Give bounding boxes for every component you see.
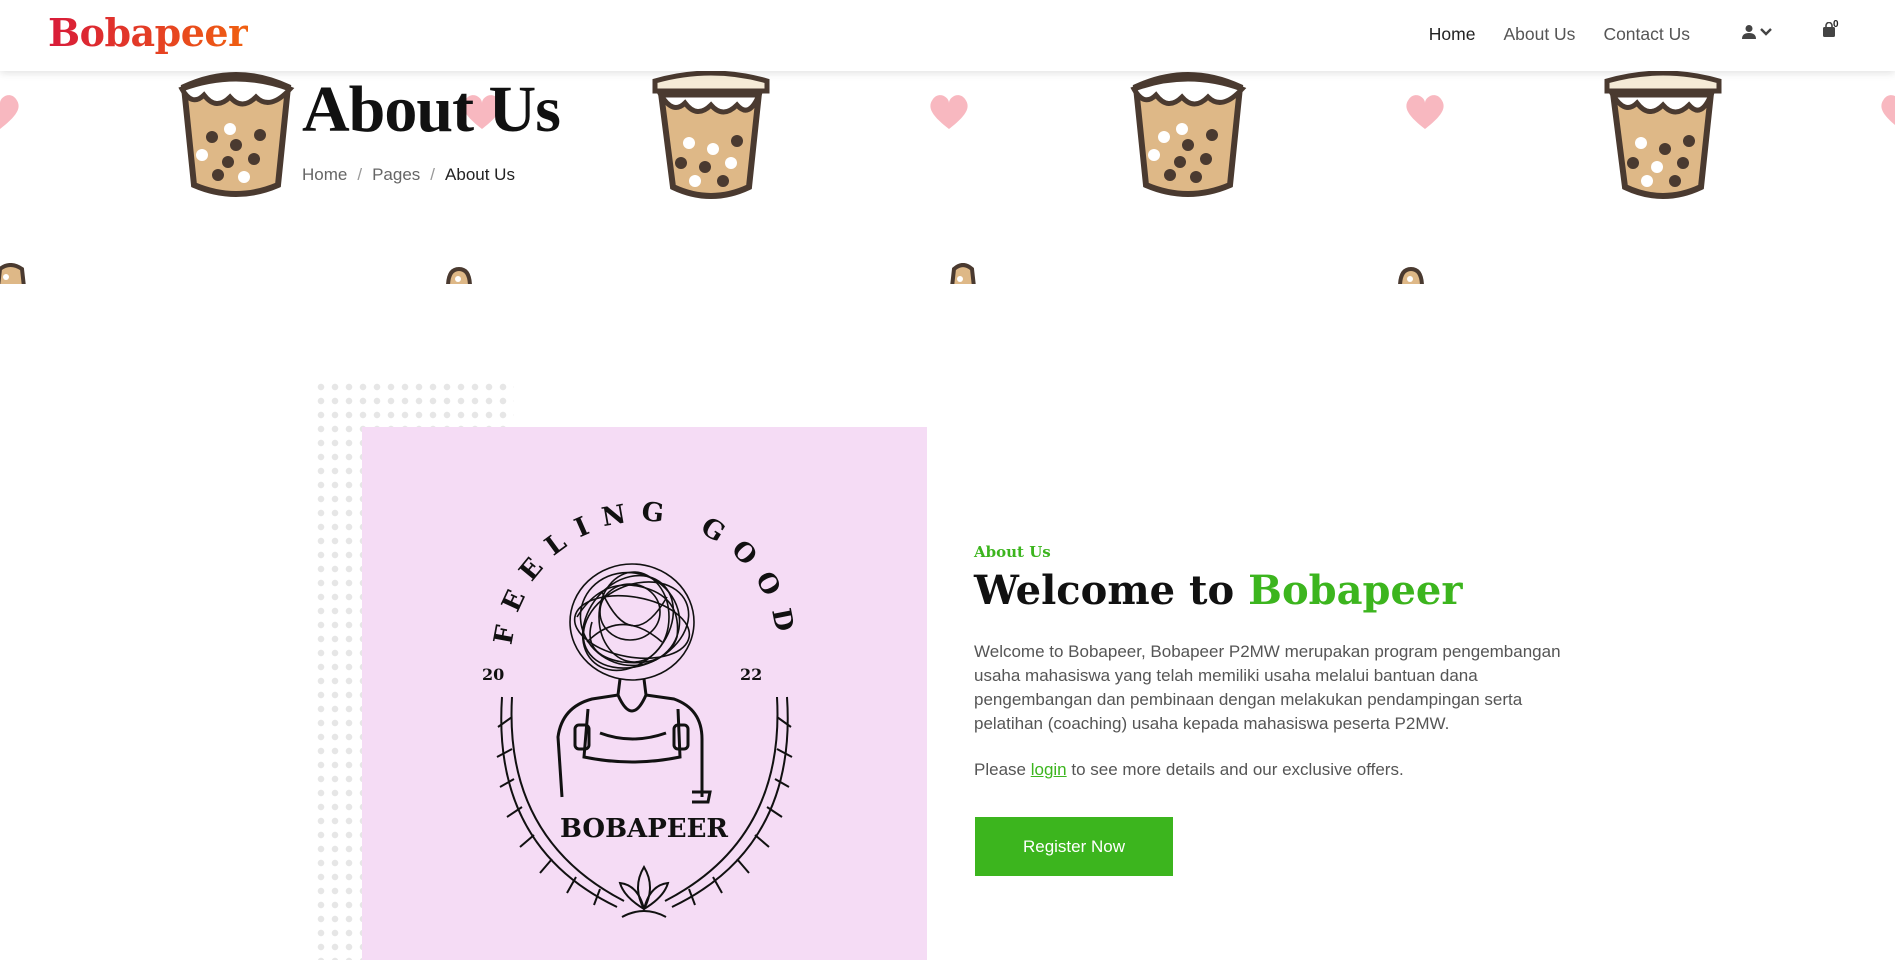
login-prefix: Please	[974, 760, 1026, 779]
page-hero-banner: About Us Home / Pages / About Us	[0, 71, 1895, 284]
svg-text:20: 20	[482, 665, 504, 684]
page-title: About Us	[302, 73, 561, 146]
boba-cup-icon	[178, 72, 295, 197]
boba-cup-icon	[652, 71, 770, 199]
bobapeer-emblem-logo: FEELING GOOD 20 22 BOBAPEER	[482, 497, 802, 918]
heading-brand: Bobapeer	[1248, 567, 1463, 614]
user-menu-toggle[interactable]	[1742, 24, 1772, 40]
boba-cup-icon	[446, 266, 472, 284]
boba-cup-icon	[1130, 72, 1247, 197]
boba-cup-icon	[1604, 71, 1722, 199]
top-navbar: Bobapeer Home About Us Contact Us 0	[0, 0, 1895, 71]
cart-count-badge: 0	[1833, 19, 1839, 30]
boba-cup-icon	[950, 263, 976, 284]
section-tag: About Us	[974, 543, 1051, 561]
breadcrumb-home[interactable]: Home	[302, 165, 347, 185]
svg-text:BOBAPEER: BOBAPEER	[560, 814, 728, 844]
svg-text:22: 22	[740, 665, 762, 684]
about-image: FEELING GOOD 20 22 BOBAPEER	[362, 427, 927, 960]
heading-prefix: Welcome to	[974, 567, 1235, 614]
nav-link-about[interactable]: About Us	[1503, 24, 1575, 45]
login-suffix: to see more details and our exclusive of…	[1071, 760, 1404, 779]
boba-cup-icon	[0, 263, 26, 284]
about-description: Welcome to Bobapeer, Bobapeer P2MW merup…	[974, 642, 1561, 733]
breadcrumb-pages[interactable]: Pages	[372, 165, 420, 185]
main-nav: Home About Us Contact Us	[1429, 24, 1690, 45]
boba-cup-icon	[1398, 266, 1424, 284]
nav-link-contact[interactable]: Contact Us	[1603, 24, 1690, 45]
login-link[interactable]: login	[1031, 760, 1067, 779]
chevron-down-icon	[1760, 28, 1772, 36]
cart-button[interactable]: 0	[1822, 19, 1839, 42]
breadcrumb: Home / Pages / About Us	[302, 165, 515, 185]
heart-icon	[930, 95, 968, 129]
breadcrumb-separator: /	[357, 165, 363, 184]
user-icon	[1742, 25, 1756, 39]
heart-icon	[0, 95, 19, 129]
register-now-button[interactable]: Register Now	[975, 817, 1173, 876]
section-heading: Welcome to Bobapeer	[974, 567, 1462, 614]
heart-icon	[1881, 95, 1895, 125]
breadcrumb-separator: /	[430, 165, 436, 184]
heart-icon	[1406, 95, 1444, 129]
nav-link-home[interactable]: Home	[1429, 24, 1476, 45]
brand-logo[interactable]: Bobapeer	[48, 10, 248, 55]
svg-text:FEELING GOOD: FEELING GOOD	[489, 497, 802, 648]
login-prompt: Please login to see more details and our…	[974, 760, 1404, 780]
breadcrumb-current: About Us	[445, 165, 515, 184]
